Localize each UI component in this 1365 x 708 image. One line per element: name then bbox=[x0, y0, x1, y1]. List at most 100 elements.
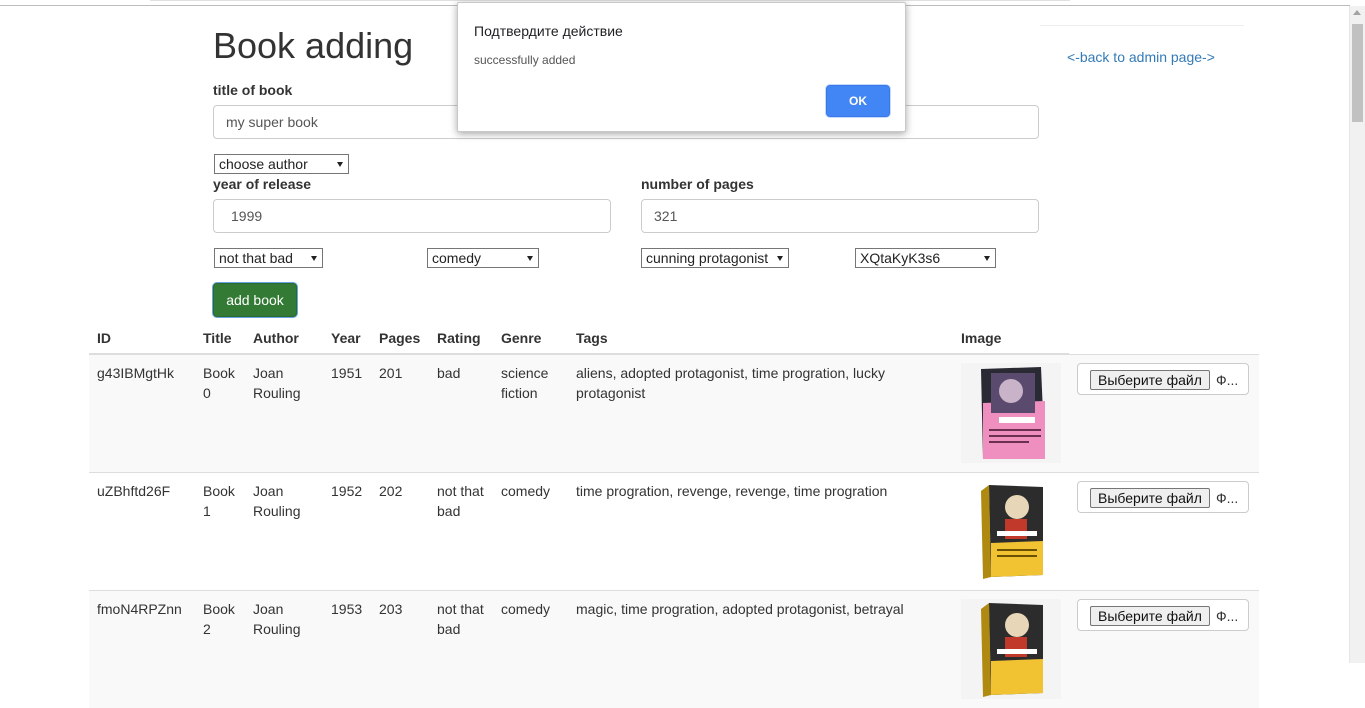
image-select-value: XQtaKyK3s6 bbox=[860, 250, 940, 266]
column-header-year: Year bbox=[323, 320, 371, 354]
cell-rating-line: bad bbox=[437, 503, 460, 519]
dropdown-arrow-icon bbox=[311, 256, 317, 261]
cell-genre-line: fiction bbox=[501, 385, 538, 401]
genre-select[interactable]: comedy bbox=[427, 248, 539, 268]
column-header-tags: Tags bbox=[568, 320, 953, 354]
column-header-upload bbox=[1069, 320, 1259, 354]
image-select[interactable]: XQtaKyK3s6 bbox=[855, 248, 996, 268]
column-header-author: Author bbox=[245, 320, 323, 354]
cell-image bbox=[953, 591, 1069, 708]
cell-genre-line: science bbox=[501, 365, 548, 381]
cell-id: uZBhftd26F bbox=[89, 473, 195, 591]
choose-file-button[interactable]: Выберите файл bbox=[1090, 370, 1210, 390]
cell-rating: bad bbox=[429, 354, 493, 473]
cell-title-line: 2 bbox=[203, 621, 211, 637]
cell-genre: comedy bbox=[493, 591, 568, 708]
cell-year: 1953 bbox=[323, 591, 371, 708]
dropdown-arrow-icon bbox=[984, 256, 990, 261]
cell-upload: Выберите файл Ф... bbox=[1069, 354, 1259, 473]
dropdown-arrow-icon bbox=[777, 256, 783, 261]
cell-author-line: Joan bbox=[253, 365, 283, 381]
cell-year: 1952 bbox=[323, 473, 371, 591]
cell-genre: comedy bbox=[493, 473, 568, 591]
genre-select-value: comedy bbox=[432, 250, 481, 266]
cell-tags-line: aliens, adopted protagonist, time progra… bbox=[576, 365, 885, 381]
cell-upload: Выберите файл Ф... bbox=[1069, 591, 1259, 708]
cell-title: Book 0 bbox=[195, 354, 245, 473]
cell-tags-line: protagonist bbox=[576, 385, 645, 401]
author-select[interactable]: choose author bbox=[214, 154, 349, 174]
file-upload-field[interactable]: Выберите файл Ф... bbox=[1077, 599, 1249, 631]
rating-select-value: not that bad bbox=[219, 250, 293, 266]
back-to-admin-link[interactable]: <-back to admin page-> bbox=[1067, 49, 1215, 65]
dropdown-arrow-icon bbox=[337, 162, 343, 167]
tag-select[interactable]: cunning protagonist bbox=[641, 248, 789, 268]
pages-input[interactable]: 321 bbox=[641, 199, 1039, 233]
yellow-book-cover-icon bbox=[961, 599, 1061, 699]
dialog-message: successfully added bbox=[474, 53, 575, 67]
file-status-text: Ф... bbox=[1216, 370, 1238, 390]
file-upload-field[interactable]: Выберите файл Ф... bbox=[1077, 363, 1249, 395]
cell-id: g43IBMgtHk bbox=[89, 354, 195, 473]
column-header-pages: Pages bbox=[371, 320, 429, 354]
cell-author: Joan Rouling bbox=[245, 473, 323, 591]
cell-author: Joan Rouling bbox=[245, 354, 323, 473]
cell-tags-line: time progration, revenge, revenge, time … bbox=[576, 483, 887, 499]
cell-pages: 203 bbox=[371, 591, 429, 708]
cell-id: fmoN4RPZnn bbox=[89, 591, 195, 708]
add-book-button[interactable]: add book bbox=[213, 283, 297, 317]
cell-author-line: Joan bbox=[253, 483, 283, 499]
file-status-text: Ф... bbox=[1216, 488, 1238, 508]
cell-title-line: Book bbox=[203, 365, 235, 381]
cell-genre-line: comedy bbox=[501, 601, 550, 617]
year-input[interactable]: 1999 bbox=[213, 199, 611, 233]
scroll-up-arrow-icon[interactable] bbox=[1353, 10, 1361, 15]
yellow-book-cover-icon bbox=[961, 481, 1061, 581]
choose-file-button[interactable]: Выберите файл bbox=[1090, 488, 1210, 508]
page-title: Book adding bbox=[213, 24, 413, 68]
cell-title: Book2 bbox=[195, 591, 245, 708]
cell-title: Book 1 bbox=[195, 473, 245, 591]
choose-file-button[interactable]: Выберите файл bbox=[1090, 606, 1210, 626]
cell-pages: 202 bbox=[371, 473, 429, 591]
cell-title-line: Book bbox=[203, 483, 235, 499]
cell-image bbox=[953, 473, 1069, 591]
cell-pages: 201 bbox=[371, 354, 429, 473]
column-header-id: ID bbox=[89, 320, 195, 354]
cell-rating-line: not that bbox=[437, 601, 484, 617]
cell-rating-line: bad bbox=[437, 365, 460, 381]
cell-title-line: 0 bbox=[203, 385, 211, 401]
cell-tags: magic, time progration, adopted protagon… bbox=[568, 591, 953, 708]
rating-select[interactable]: not that bad bbox=[214, 248, 323, 268]
cell-upload: Выберите файл Ф... bbox=[1069, 473, 1259, 591]
cell-tags: time progration, revenge, revenge, time … bbox=[568, 473, 953, 591]
column-header-rating: Rating bbox=[429, 320, 493, 354]
file-upload-field[interactable]: Выберите файл Ф... bbox=[1077, 481, 1249, 513]
cell-year: 1951 bbox=[323, 354, 371, 473]
dropdown-arrow-icon bbox=[527, 256, 533, 261]
pages-label: number of pages bbox=[641, 176, 754, 192]
dialog-ok-button[interactable]: OK bbox=[826, 85, 890, 117]
books-table: ID Title Author Year Pages Rating Genre … bbox=[89, 320, 1259, 708]
table-row: fmoN4RPZnn Book2 JoanRouling 1953 203 no… bbox=[89, 591, 1259, 708]
cell-author-line: Joan bbox=[253, 601, 283, 617]
cell-rating-line: not that bbox=[437, 483, 484, 499]
cell-title-line: 1 bbox=[203, 503, 211, 519]
column-header-genre: Genre bbox=[493, 320, 568, 354]
year-label: year of release bbox=[213, 176, 311, 192]
cell-author: JoanRouling bbox=[245, 591, 323, 708]
scrollbar-thumb[interactable] bbox=[1352, 24, 1363, 122]
column-header-title: Title bbox=[195, 320, 245, 354]
cell-author-line: Rouling bbox=[253, 385, 300, 401]
table-header-row: ID Title Author Year Pages Rating Genre … bbox=[89, 320, 1259, 354]
sidebar-divider bbox=[1040, 25, 1244, 26]
cell-author-line: Rouling bbox=[253, 503, 300, 519]
cell-image bbox=[953, 354, 1069, 473]
tag-select-value: cunning protagonist bbox=[646, 250, 768, 266]
table-row: uZBhftd26F Book 1 Joan Rouling 1952 202 no… bbox=[89, 473, 1259, 591]
cell-tags: aliens, adopted protagonist, time progra… bbox=[568, 354, 953, 473]
dialog-title: Подтвердите действие bbox=[474, 23, 623, 39]
page-scrollbar[interactable] bbox=[1349, 6, 1365, 663]
cell-genre: science fiction bbox=[493, 354, 568, 473]
author-select-value: choose author bbox=[219, 156, 308, 172]
